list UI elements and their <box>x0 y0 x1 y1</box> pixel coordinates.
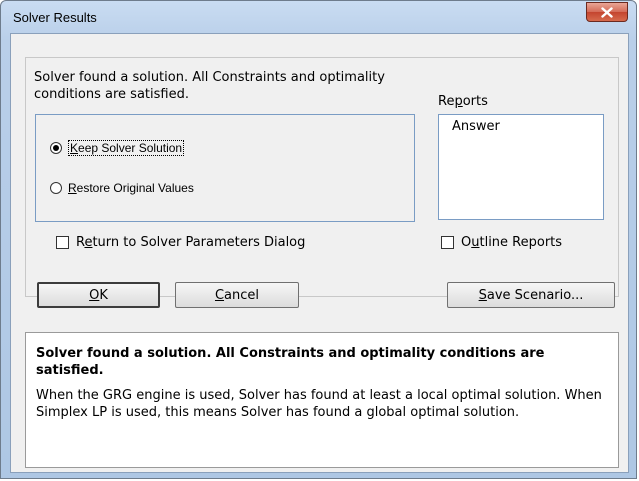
ok-button[interactable]: OK <box>37 282 160 308</box>
save-scenario-button-label: Save Scenario... <box>478 287 584 303</box>
solution-options-group: Keep Solver Solution Restore Original Va… <box>35 114 415 222</box>
save-scenario-button[interactable]: Save Scenario... <box>447 282 615 308</box>
return-to-solver-parameters-label: Return to Solver Parameters Dialog <box>76 235 306 250</box>
dialog-client-area: Solver found a solution. All Constraints… <box>10 33 629 473</box>
keep-solver-solution-radio[interactable]: Keep Solver Solution <box>50 140 185 156</box>
window-title: Solver Results <box>13 10 97 25</box>
info-body: When the GRG engine is used, Solver has … <box>36 388 602 420</box>
restore-original-values-label: Restore Original Values <box>68 181 194 195</box>
status-line-2: conditions are satisfied. <box>34 87 189 102</box>
radio-unselected-icon <box>50 182 62 194</box>
radio-selected-icon <box>50 142 62 154</box>
reports-listbox[interactable]: Answer <box>438 114 604 220</box>
outline-reports-label: Outline Reports <box>461 235 563 250</box>
close-button[interactable] <box>586 2 628 22</box>
status-line-1: Solver found a solution. All Constraints… <box>34 70 385 85</box>
keep-solver-solution-label: Keep Solver Solution <box>68 140 185 156</box>
close-icon <box>601 6 613 18</box>
reports-label: Reports <box>438 94 488 109</box>
info-title: Solver found a solution. All Constraints… <box>36 346 545 378</box>
restore-original-values-radio[interactable]: Restore Original Values <box>50 181 194 195</box>
checkbox-icon <box>441 236 454 249</box>
outline-reports-checkbox[interactable]: Outline Reports <box>441 235 562 250</box>
message-info-panel: Solver found a solution. All Constraints… <box>25 332 619 468</box>
cancel-button[interactable]: Cancel <box>175 282 299 308</box>
solver-results-window: Solver Results Solver found a solution. … <box>0 0 637 479</box>
cancel-button-label: Cancel <box>214 287 260 303</box>
checkbox-icon <box>56 236 69 249</box>
status-message: Solver found a solution. All Constraints… <box>34 69 454 103</box>
report-item-answer[interactable]: Answer <box>452 119 500 134</box>
return-to-solver-parameters-checkbox[interactable]: Return to Solver Parameters Dialog <box>56 235 305 250</box>
title-bar[interactable]: Solver Results <box>1 1 636 33</box>
ok-button-label: OK <box>89 287 108 303</box>
